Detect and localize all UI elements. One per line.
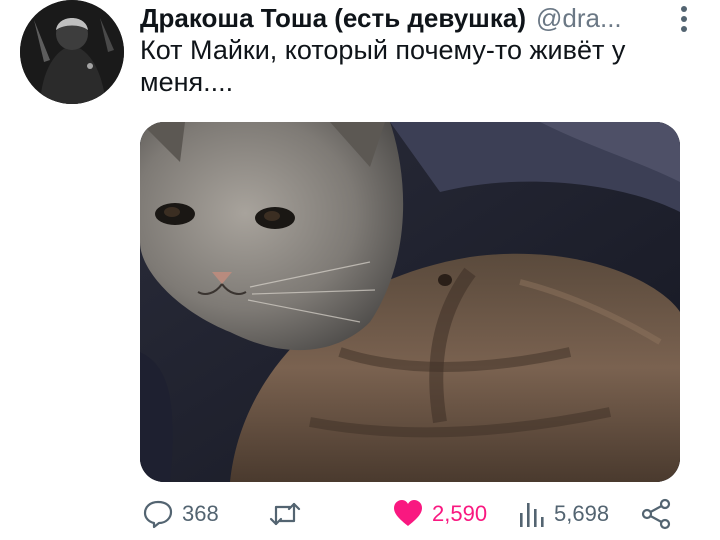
share-icon [641,498,671,530]
speech-bubble-icon [143,500,173,529]
vertical-dots-icon [681,6,687,32]
bar-chart-icon [520,503,544,527]
retweet-icon [269,502,301,526]
display-name[interactable]: Дракоша Тоша (есть девушка) [140,3,526,34]
user-handle[interactable]: @dra... [536,3,622,34]
more-options-button[interactable] [674,4,694,34]
avatar[interactable] [20,0,124,104]
reply-button[interactable]: 368 [142,494,219,534]
retweet-button[interactable] [268,494,302,534]
tweet: Дракоша Тоша (есть девушка) @dra... Кот … [0,0,720,540]
tweet-actions: 368 2,590 5,698 [140,494,680,534]
reply-count: 368 [182,501,219,526]
tweet-photo[interactable] [140,122,680,482]
tweet-header: Дракоша Тоша (есть девушка) @dra... [140,0,660,36]
avatar-image [20,0,124,104]
share-button[interactable] [640,494,672,534]
views-button[interactable]: 5,698 [516,494,609,534]
like-count: 2,590 [432,501,488,526]
like-button[interactable]: 2,590 [392,494,487,534]
tweet-text: Кот Майки, который почему-то живёт у мен… [140,35,626,97]
views-count: 5,698 [554,501,610,526]
heart-icon [394,500,422,526]
photo-cat-on-abs [140,122,680,482]
